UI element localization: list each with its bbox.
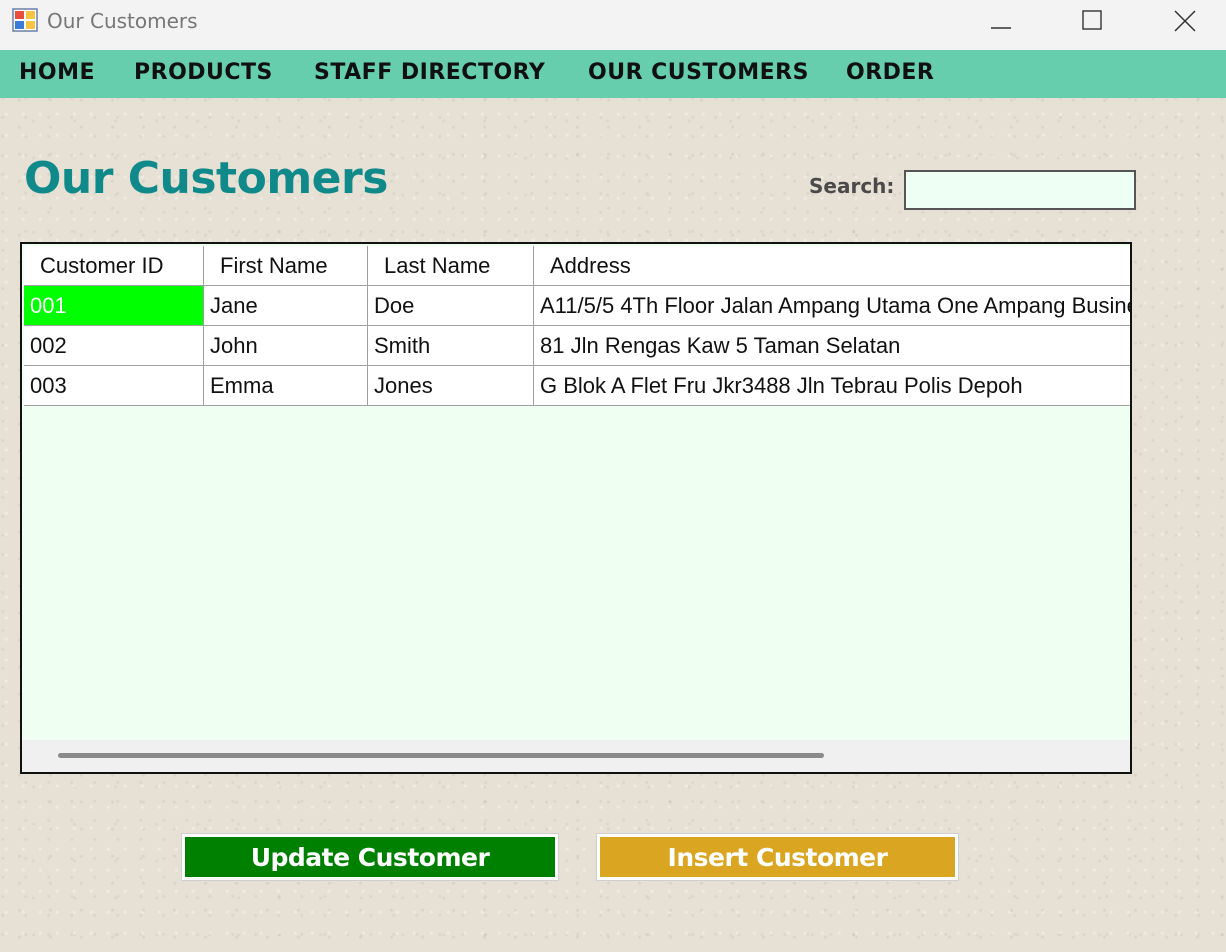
maximize-icon [1082,10,1102,30]
minimize-button[interactable] [969,0,1033,42]
page-title: Our Customers [24,153,388,204]
cell-address[interactable]: A11/5/5 4Th Floor Jalan Ampang Utama One… [534,286,1130,326]
update-customer-button[interactable]: Update Customer [181,833,559,881]
nav-staff-directory[interactable]: STAFF DIRECTORY [314,60,545,85]
main-navbar: HOME PRODUCTS STAFF DIRECTORY OUR CUSTOM… [0,50,1226,98]
cell-customer-id[interactable]: 003 [24,366,204,406]
cell-first-name[interactable]: Jane [204,286,368,326]
column-header-address[interactable]: Address [534,246,1130,286]
table-row[interactable]: 001 Jane Doe A11/5/5 4Th Floor Jalan Amp… [24,286,1130,326]
column-header-first-name[interactable]: First Name [204,246,368,286]
customers-grid[interactable]: Customer ID First Name Last Name Address… [20,242,1132,774]
app-form-icon [12,8,38,32]
cell-customer-id[interactable]: 002 [24,326,204,366]
maximize-button[interactable] [1060,0,1124,42]
cell-last-name[interactable]: Doe [368,286,534,326]
table-row[interactable]: 003 Emma Jones G Blok A Flet Fru Jkr3488… [24,366,1130,406]
nav-order[interactable]: ORDER [846,60,934,85]
nav-products[interactable]: PRODUCTS [134,60,273,85]
minimize-icon [991,27,1011,29]
window-title: Our Customers [47,9,198,33]
horizontal-scrollbar[interactable] [22,740,1130,772]
cell-last-name[interactable]: Smith [368,326,534,366]
close-icon [1174,10,1196,32]
search-label: Search: [809,174,895,198]
nav-our-customers[interactable]: OUR CUSTOMERS [588,60,809,85]
cell-customer-id[interactable]: 001 [24,286,204,326]
close-button[interactable] [1153,0,1217,42]
window-titlebar: Our Customers [0,0,1226,50]
column-header-last-name[interactable]: Last Name [368,246,534,286]
insert-customer-button[interactable]: Insert Customer [596,833,959,881]
cell-first-name[interactable]: Emma [204,366,368,406]
nav-home[interactable]: HOME [19,60,95,85]
cell-address[interactable]: G Blok A Flet Fru Jkr3488 Jln Tebrau Pol… [534,366,1130,406]
grid-header-row: Customer ID First Name Last Name Address [24,246,1130,286]
column-header-customer-id[interactable]: Customer ID [24,246,204,286]
scrollbar-thumb[interactable] [58,753,824,758]
table-row[interactable]: 002 John Smith 81 Jln Rengas Kaw 5 Taman… [24,326,1130,366]
cell-last-name[interactable]: Jones [368,366,534,406]
search-input[interactable] [904,170,1136,210]
cell-address[interactable]: 81 Jln Rengas Kaw 5 Taman Selatan [534,326,1130,366]
cell-first-name[interactable]: John [204,326,368,366]
